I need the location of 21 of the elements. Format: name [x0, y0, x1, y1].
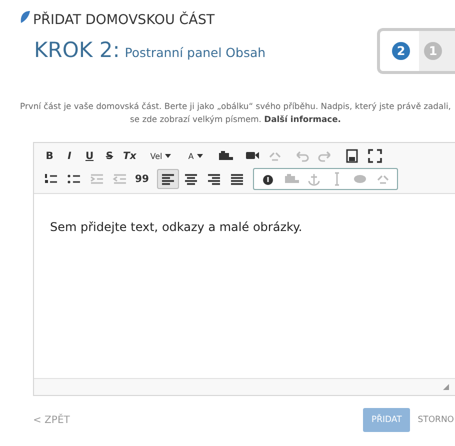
step-label: KROK 2:: [34, 38, 120, 62]
format-button[interactable]: U: [80, 146, 99, 166]
format-button[interactable]: Tx: [120, 146, 140, 166]
format-button[interactable]: I: [60, 146, 79, 166]
leaf-icon: [20, 11, 30, 23]
page-title: PŘIDAT DOMOVSKOU ČÁST: [33, 12, 215, 28]
format-button[interactable]: 99: [132, 169, 152, 190]
dropdown-button[interactable]: Vel: [144, 146, 178, 166]
more-info-link[interactable]: Další informace.: [264, 114, 341, 124]
dropdown-button[interactable]: A: [182, 146, 209, 166]
format-button[interactable]: B: [40, 146, 59, 166]
format-button[interactable]: S: [100, 146, 119, 166]
intro-paragraph: První část je vaše domovská část. Berte ji jako „obálku“ svého příběhu. Nadpis, který jste právě zadali, se zde zobrazí velkým písmem. Další informace.: [20, 100, 451, 126]
caret-icon: [165, 154, 172, 158]
resize-handle-icon[interactable]: [443, 384, 449, 390]
align-left-icon[interactable]: [156, 169, 179, 190]
caret-icon: [196, 154, 203, 158]
cancel-button[interactable]: STORNO: [414, 408, 455, 432]
step-number[interactable]: 2: [392, 42, 410, 60]
step-name: Postranní panel Obsah: [124, 45, 266, 60]
editor-text: Sem přidejte text, odkazy a malé obrázky.: [50, 220, 304, 234]
